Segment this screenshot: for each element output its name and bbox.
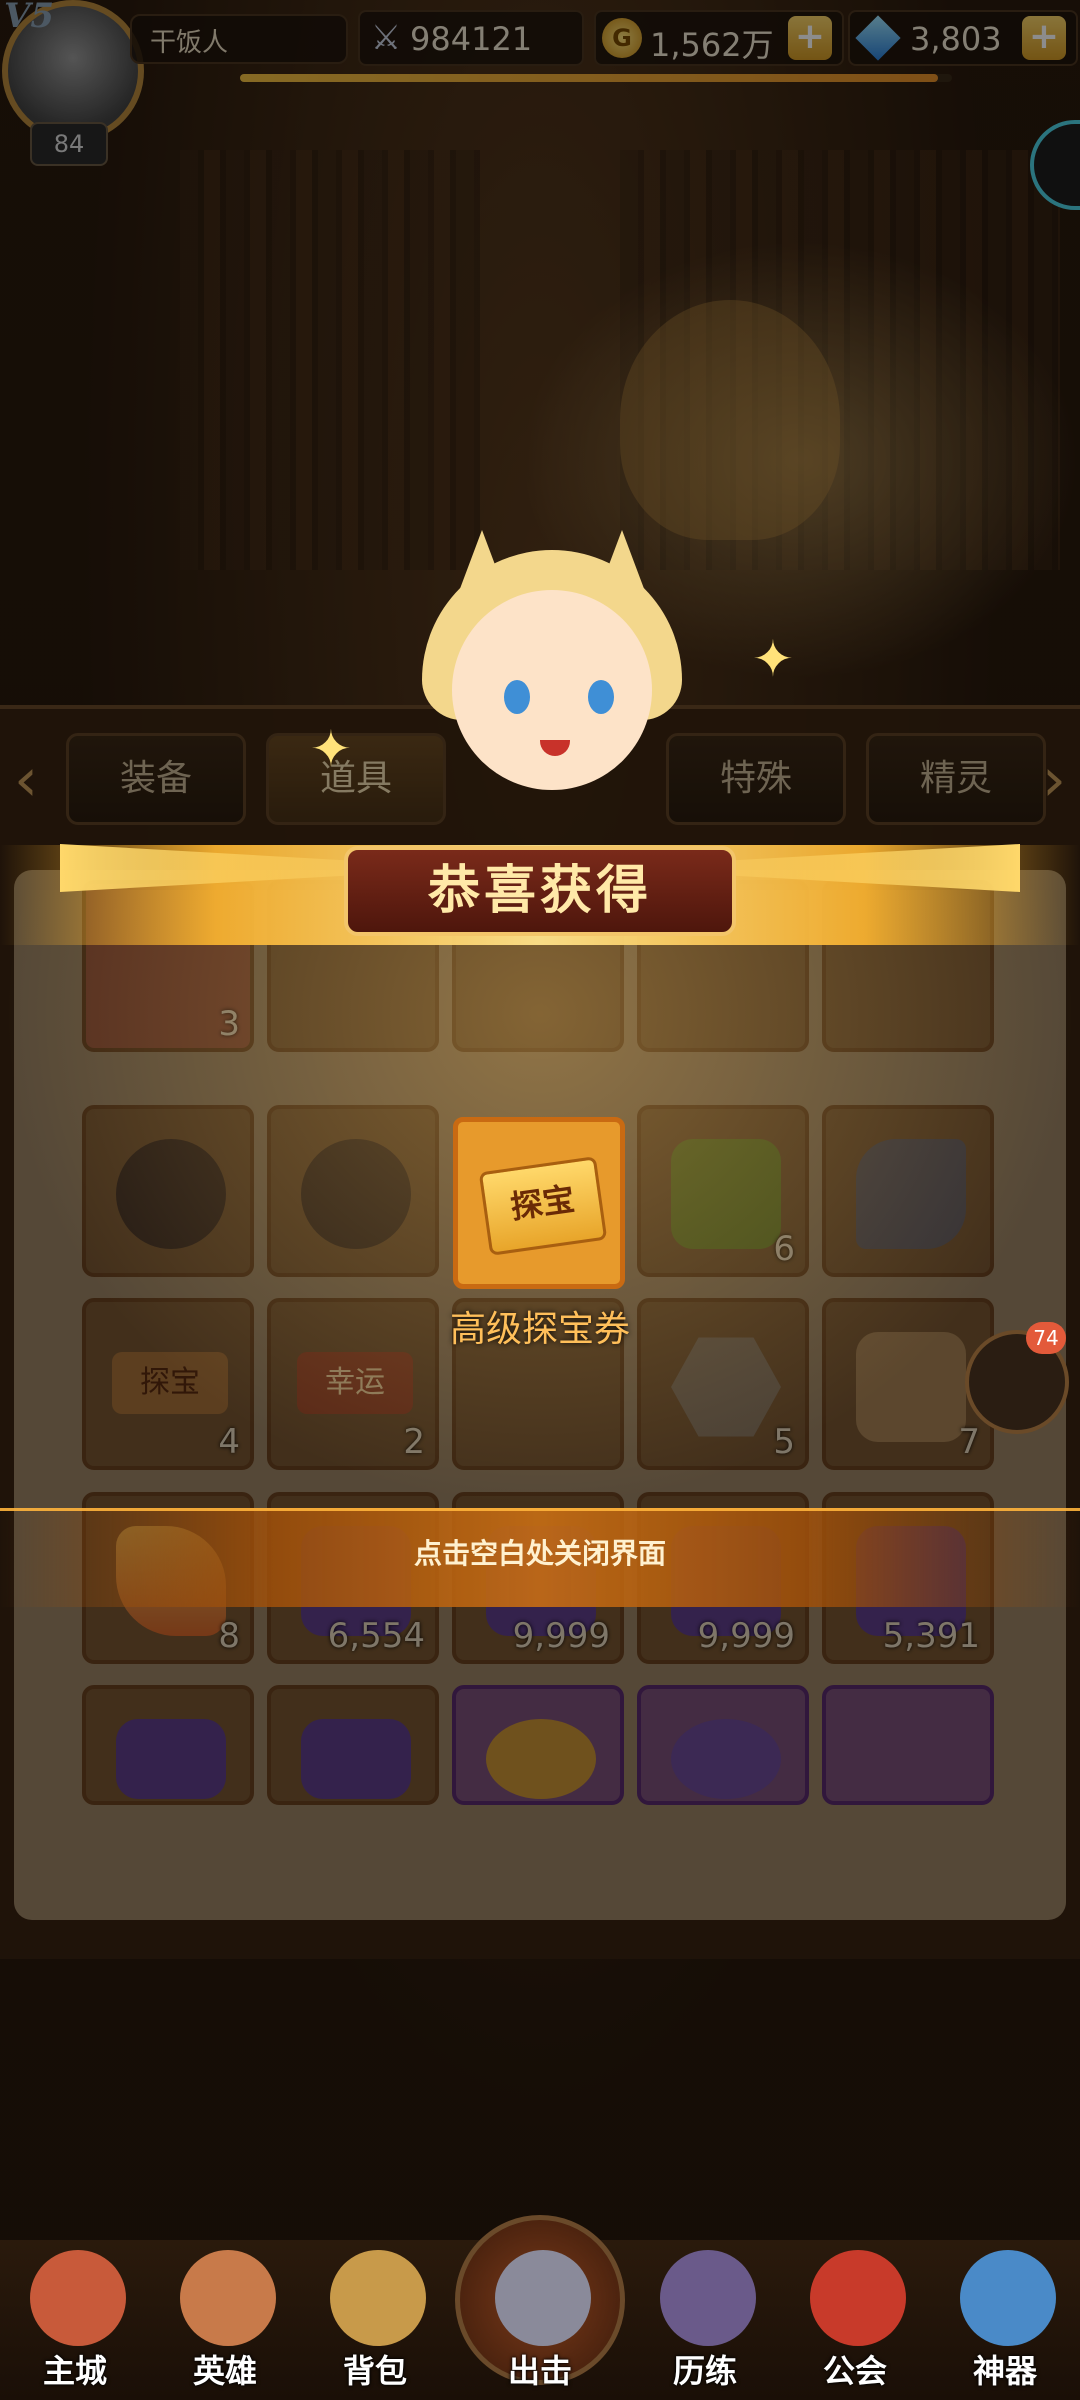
chat-badge: 74 bbox=[1026, 1322, 1066, 1354]
nav-guild[interactable]: 公会 bbox=[790, 2250, 920, 2400]
nav-bag[interactable]: 背包 bbox=[310, 2250, 440, 2400]
castle-icon bbox=[30, 2250, 126, 2346]
mascot-character bbox=[392, 530, 712, 860]
nav-label: 背包 bbox=[342, 2352, 407, 2390]
sparkle-icon: ✦ bbox=[310, 720, 352, 778]
nav-label: 出击 bbox=[507, 2352, 572, 2390]
reward-item-slot[interactable]: 探宝 bbox=[453, 1117, 625, 1289]
treasure-ticket-icon: 探宝 bbox=[478, 1156, 608, 1256]
mascot-eye bbox=[504, 680, 530, 714]
nav-label: 主城 bbox=[42, 2352, 107, 2390]
nav-battle[interactable]: 出击 bbox=[475, 2250, 605, 2400]
nav-label: 历练 bbox=[672, 2352, 737, 2390]
reward-item-name: 高级探宝券 bbox=[449, 1309, 630, 1350]
mascot-eye bbox=[588, 680, 614, 714]
backpack-icon bbox=[330, 2250, 426, 2346]
sparkle-icon: ✦ bbox=[752, 630, 794, 688]
tower-icon bbox=[660, 2250, 756, 2346]
hero-face-icon bbox=[180, 2250, 276, 2346]
close-hint: 点击空白处关闭界面 bbox=[413, 1537, 666, 1570]
nav-heroes[interactable]: 英雄 bbox=[160, 2250, 290, 2400]
nav-artifact[interactable]: 神器 bbox=[940, 2250, 1070, 2400]
crossed-swords-icon bbox=[495, 2250, 591, 2346]
nav-label: 英雄 bbox=[192, 2352, 257, 2390]
nav-label: 公会 bbox=[822, 2352, 887, 2390]
nav-training[interactable]: 历练 bbox=[640, 2250, 770, 2400]
crystal-icon bbox=[960, 2250, 1056, 2346]
shield-icon bbox=[810, 2250, 906, 2346]
mascot-face bbox=[452, 590, 652, 790]
nav-label: 神器 bbox=[972, 2352, 1037, 2390]
nav-main-city[interactable]: 主城 bbox=[10, 2250, 140, 2400]
